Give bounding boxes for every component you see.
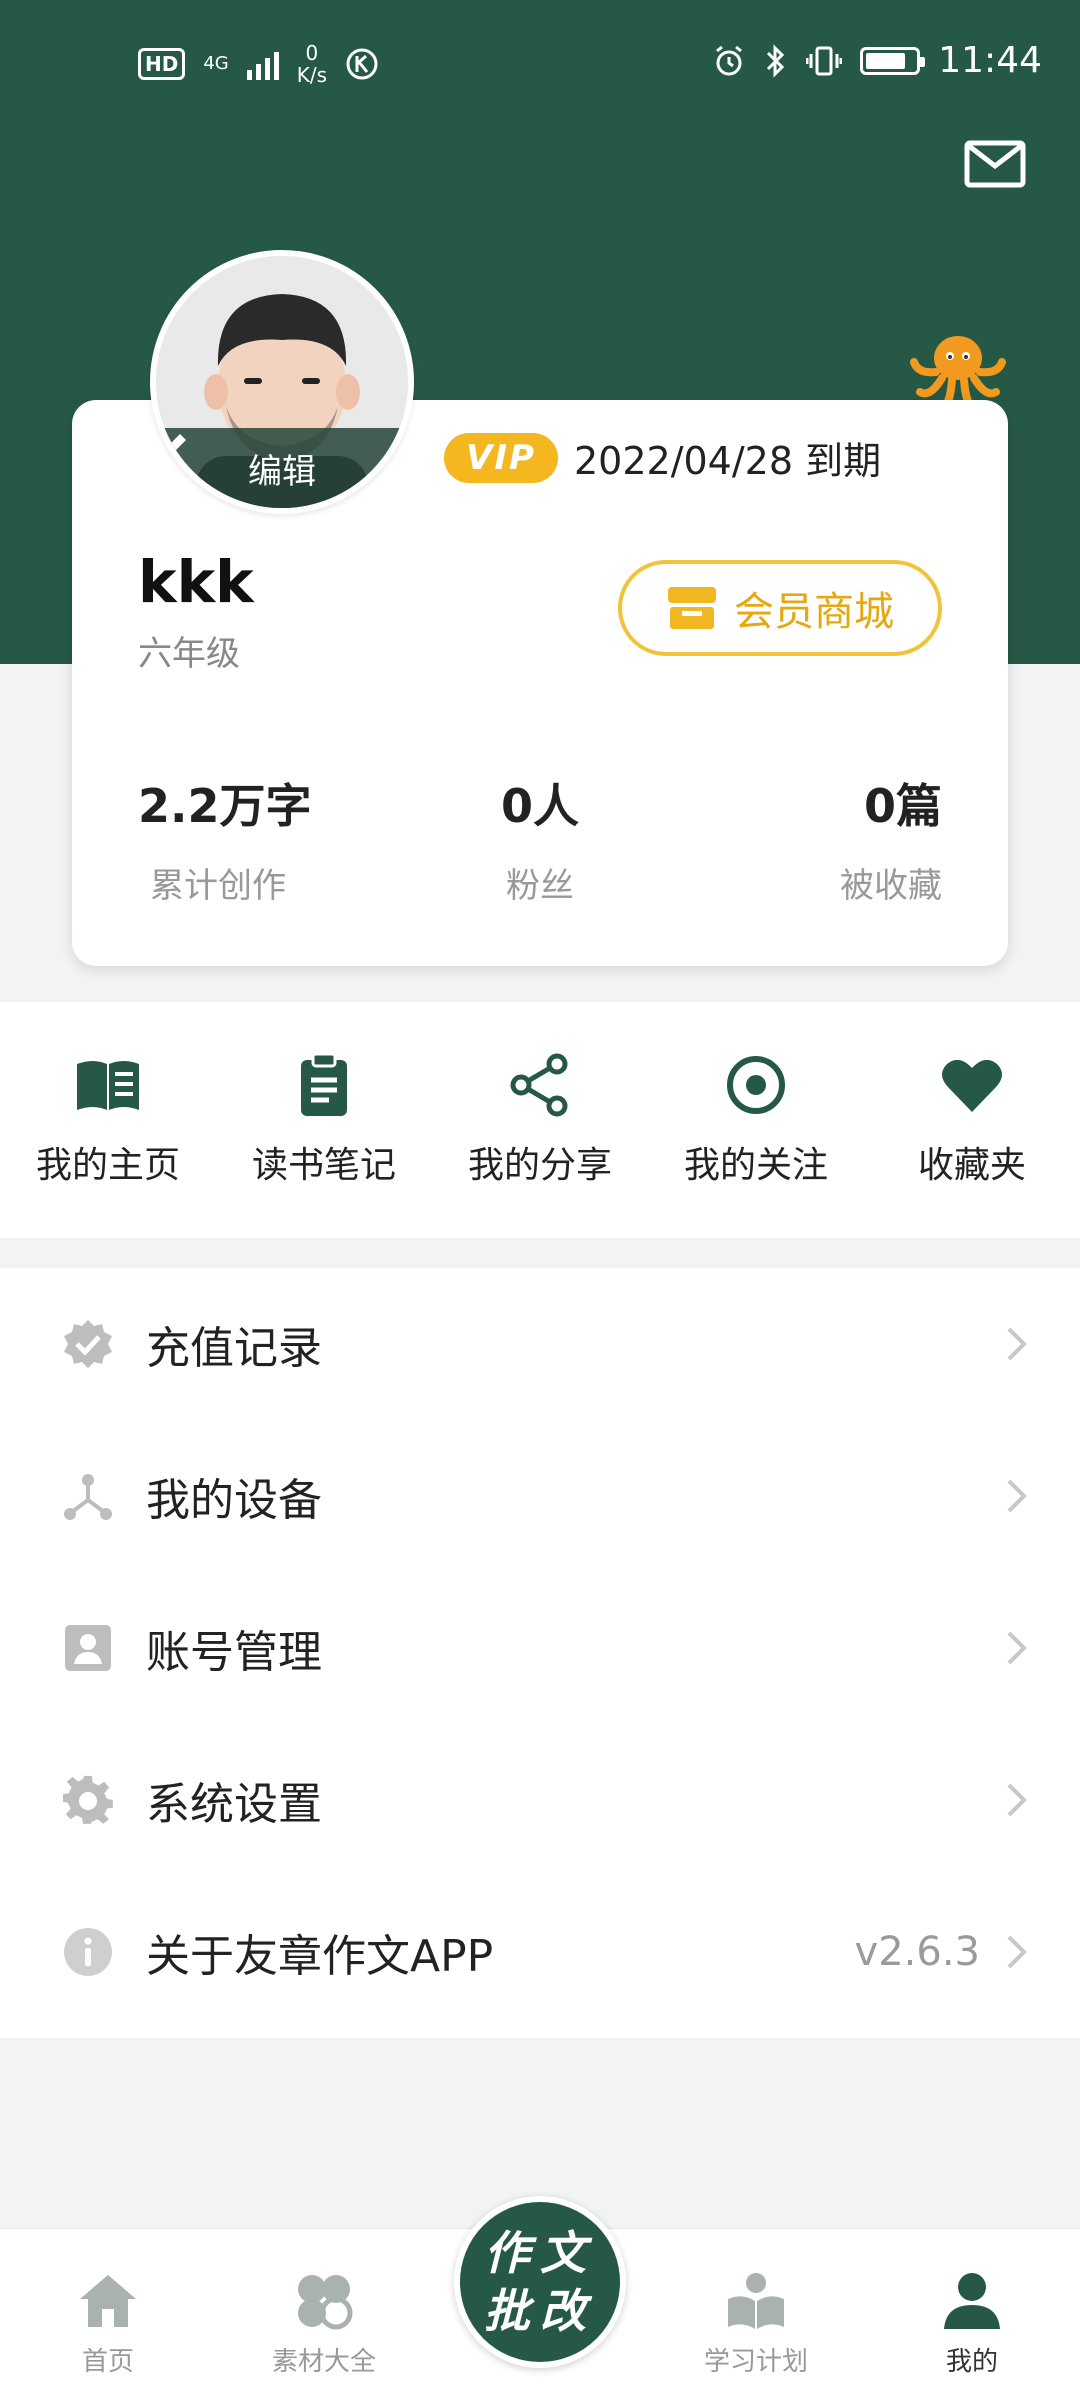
shortcut-my-homepage[interactable]: 我的主页 <box>8 1052 208 1188</box>
nav-item-materials[interactable]: 素材大全 <box>244 2269 404 2378</box>
username: kkk <box>138 548 254 616</box>
essay-correction-label: 作文批改 <box>484 2226 596 2338</box>
essay-correction-button[interactable]: 作文批改 <box>454 2196 626 2368</box>
heart-icon <box>942 1059 1002 1112</box>
app-version: v2.6.3 <box>854 1929 980 1975</box>
stat-label: 被收藏 <box>840 866 942 906</box>
clipboard-icon <box>301 1052 347 1116</box>
account-card-icon <box>65 1625 111 1671</box>
avatar-edit-overlay[interactable]: 编辑 <box>156 428 408 508</box>
menu-item-system-settings[interactable]: 系统设置 <box>0 1724 1080 1876</box>
reading-icon <box>728 2273 784 2329</box>
octopus-icon <box>910 336 1006 410</box>
book-icon <box>77 1061 139 1110</box>
network-type: 4G <box>203 53 229 74</box>
alarm-icon <box>716 45 743 75</box>
verified-badge-icon <box>64 1320 112 1368</box>
settings-menu: 充值记录 我的设备 账号管理 系统设置 关于友章作文APP v2.6.3 <box>0 1268 1080 2038</box>
shortcut-row: 我的主页 读书笔记 我的分享 我的关注 收藏夹 <box>0 1002 1080 1238</box>
status-bar-right: 11:44 <box>712 40 1042 81</box>
menu-label: 账号管理 <box>146 1627 322 1678</box>
stat-label: 累计创作 <box>150 866 286 906</box>
nav-label: 首页 <box>81 2347 134 2377</box>
chevron-right-icon <box>1007 1479 1027 1513</box>
avatar-edit-label: 编辑 <box>248 451 316 492</box>
mail-icon[interactable] <box>964 140 1026 188</box>
nav-label: 素材大全 <box>271 2347 376 2377</box>
chevron-right-icon <box>1007 1327 1027 1361</box>
chevron-right-icon <box>1007 1935 1027 1969</box>
signal-icon <box>246 48 279 80</box>
battery-icon <box>860 46 926 75</box>
network-speed: 0 K/s <box>297 42 327 86</box>
menu-item-my-devices[interactable]: 我的设备 <box>0 1420 1080 1572</box>
shortcut-reading-notes[interactable]: 读书笔记 <box>224 1052 424 1188</box>
clover-icon <box>298 2275 353 2330</box>
target-icon <box>727 1056 785 1114</box>
menu-label: 我的设备 <box>146 1475 322 1526</box>
person-icon <box>944 2273 1000 2329</box>
status-time: 11:44 <box>938 40 1042 81</box>
shortcut-label: 收藏夹 <box>917 1145 1026 1186</box>
shortcut-my-follows[interactable]: 我的关注 <box>656 1052 856 1188</box>
chevron-right-icon <box>1007 1783 1027 1817</box>
stat-collected[interactable]: 0篇 被收藏 <box>674 770 1008 907</box>
stat-followers[interactable]: 0人 粉丝 <box>406 770 674 907</box>
nav-label: 学习计划 <box>703 2347 808 2377</box>
nav-item-mine[interactable]: 我的 <box>892 2269 1052 2378</box>
nav-label: 我的 <box>945 2347 998 2377</box>
store-icon <box>668 587 716 629</box>
gear-icon <box>62 1775 113 1824</box>
menu-item-account-management[interactable]: 账号管理 <box>0 1572 1080 1724</box>
stat-label: 粉丝 <box>506 866 574 906</box>
home-icon <box>80 2275 136 2327</box>
nav-item-study-plan[interactable]: 学习计划 <box>676 2269 836 2378</box>
shortcut-label: 我的关注 <box>683 1145 828 1186</box>
k-circle-icon <box>346 48 378 80</box>
stat-value: 0篇 <box>863 779 942 833</box>
status-bar-left: HD 4G 0 K/s <box>138 42 379 86</box>
speed-value: 0 <box>305 41 319 65</box>
shortcut-favorites[interactable]: 收藏夹 <box>872 1052 1072 1188</box>
info-icon <box>64 1928 112 1976</box>
vip-status: VIP 2022/04/28 到期 <box>444 430 881 485</box>
member-shop-label: 会员商城 <box>734 589 894 635</box>
share-icon <box>510 1053 568 1117</box>
shortcut-label: 读书笔记 <box>251 1145 396 1186</box>
devices-icon <box>64 1474 112 1520</box>
menu-label: 系统设置 <box>146 1779 322 1830</box>
menu-item-about-app[interactable]: 关于友章作文APP v2.6.3 <box>0 1876 1080 2028</box>
member-shop-button[interactable]: 会员商城 <box>618 560 942 656</box>
menu-label: 充值记录 <box>146 1323 322 1374</box>
avatar[interactable]: 编辑 <box>150 250 414 514</box>
shortcut-my-shares[interactable]: 我的分享 <box>440 1052 640 1188</box>
speed-unit: K/s <box>296 63 328 87</box>
pencil-icon <box>162 434 186 458</box>
status-bar: HD 4G 0 K/s 11:44 <box>0 28 1080 100</box>
stat-value: 2.2万字 <box>138 779 312 833</box>
nav-item-home[interactable]: 首页 <box>28 2269 188 2378</box>
shortcut-label: 我的主页 <box>35 1145 180 1186</box>
stat-total-words[interactable]: 2.2万字 累计创作 <box>72 770 406 907</box>
vip-badge: VIP <box>444 432 558 483</box>
menu-item-recharge-records[interactable]: 充值记录 <box>0 1268 1080 1420</box>
shortcut-label: 我的分享 <box>467 1145 612 1186</box>
hd-badge: HD <box>138 48 186 80</box>
menu-label: 关于友章作文APP <box>146 1931 494 1982</box>
vip-expiry: 2022/04/28 到期 <box>574 439 882 483</box>
grade-label: 六年级 <box>138 634 240 674</box>
stats-row: 2.2万字 累计创作 0人 粉丝 0篇 被收藏 <box>72 770 1008 907</box>
profile-page: HD 4G 0 K/s 11:44 kkk 六年级 会员商城 2.2万字 累计创… <box>0 0 1080 2400</box>
stat-value: 0人 <box>500 779 579 833</box>
vibrate-icon <box>806 46 843 75</box>
chevron-right-icon <box>1007 1631 1027 1665</box>
bluetooth-icon <box>767 43 785 78</box>
